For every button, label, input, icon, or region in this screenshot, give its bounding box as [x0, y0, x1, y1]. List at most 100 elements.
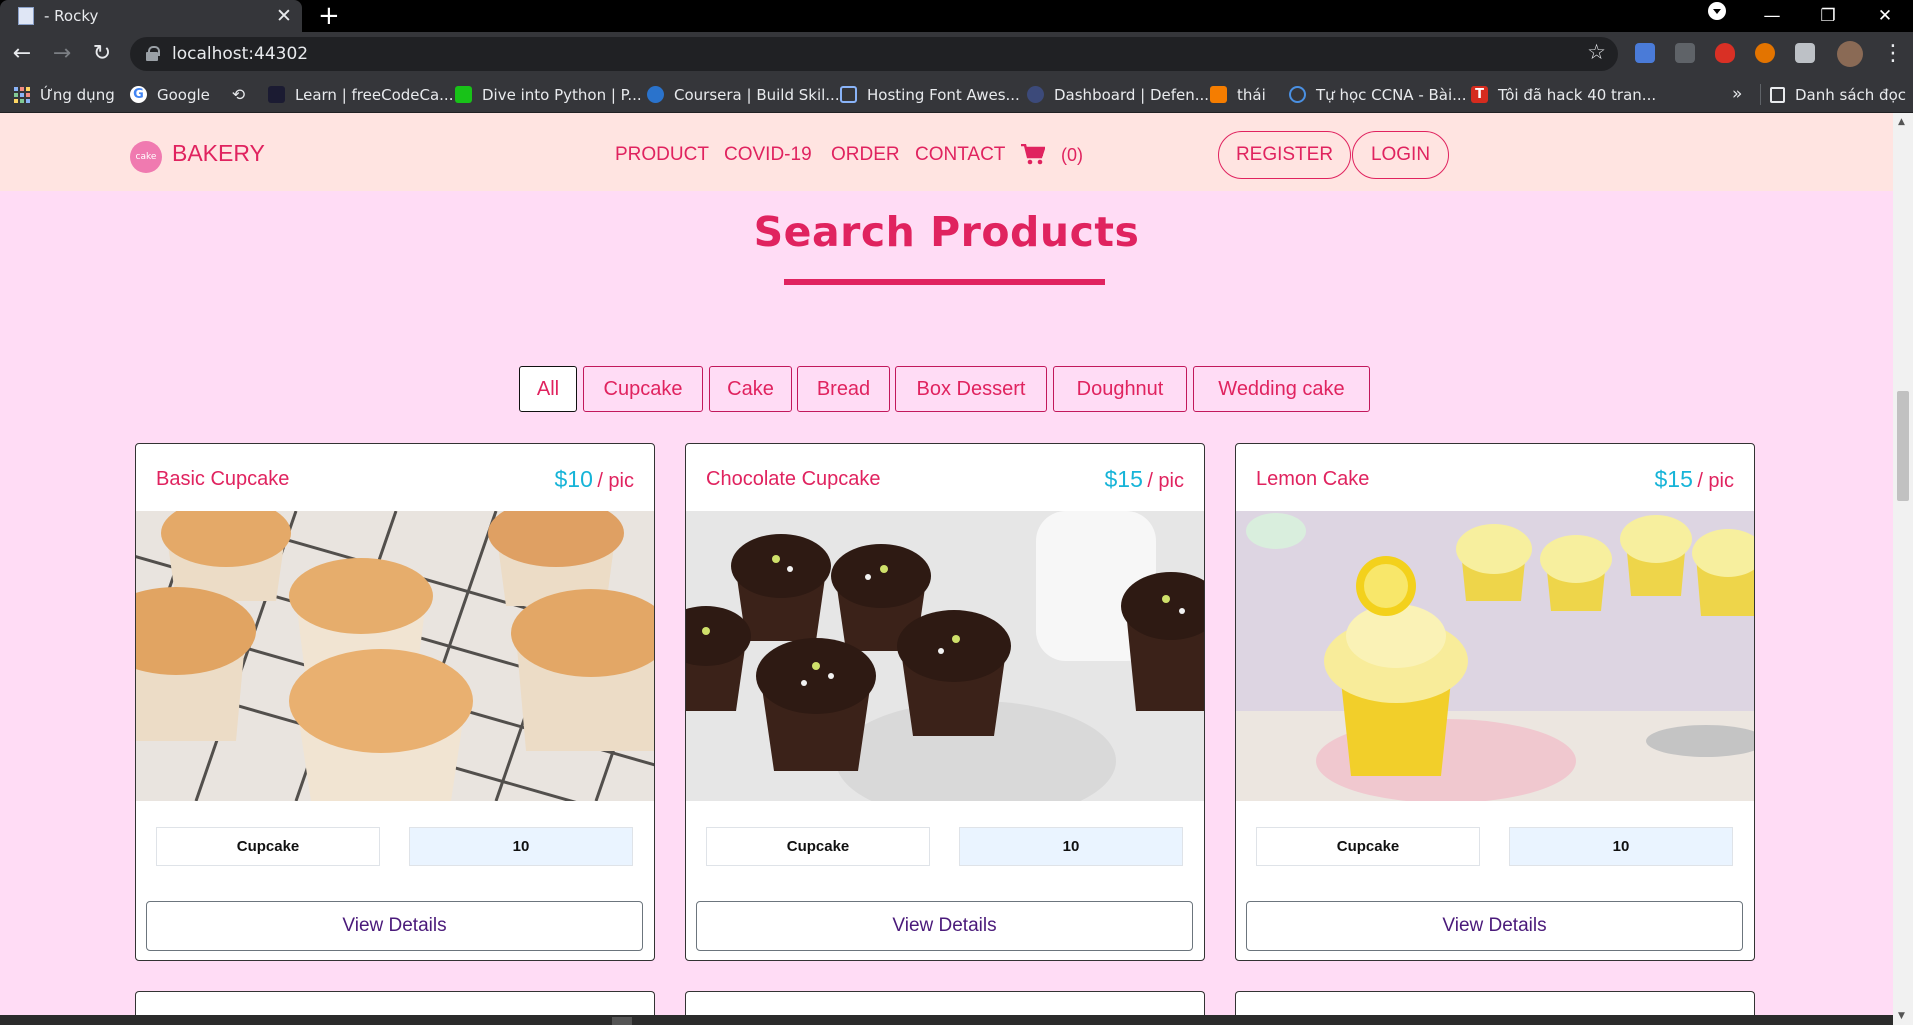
nav-product[interactable]: PRODUCT: [615, 144, 709, 166]
t-icon: T: [1471, 86, 1488, 103]
bookmark-label: Ứng dụng: [40, 85, 115, 104]
reading-list-icon: [1770, 86, 1785, 103]
bookmark-history[interactable]: ⟲: [230, 76, 257, 113]
bookmark-coursera[interactable]: Coursera | Build Skil...: [647, 76, 840, 113]
scrollbar-thumb[interactable]: [1897, 391, 1909, 501]
bookmarks-bar: Ứng dụng G Google ⟲ Learn | freeCodeCa..…: [0, 76, 1913, 113]
reload-icon[interactable]: ↻: [87, 32, 117, 76]
view-details-button[interactable]: View Details: [696, 901, 1193, 951]
blogger-icon: [1210, 86, 1227, 103]
page-favicon-icon: [18, 7, 34, 25]
brand-name[interactable]: BAKERY: [172, 140, 265, 167]
menu-dots-icon[interactable]: ⋮: [1878, 32, 1908, 76]
bookmark-freecodecamp[interactable]: Learn | freeCodeCa...: [268, 76, 453, 113]
nav-contact[interactable]: CONTACT: [915, 144, 1005, 166]
forward-arrow-icon[interactable]: →: [47, 32, 77, 76]
view-details-button[interactable]: View Details: [1246, 901, 1743, 951]
profile-dropdown-icon[interactable]: [1702, 0, 1732, 32]
apps-grid-icon: [14, 86, 30, 103]
price-value: $10: [554, 466, 593, 492]
bookmark-dashboard[interactable]: Dashboard | Defen...: [1027, 76, 1209, 113]
price-unit: / pic: [597, 470, 634, 492]
address-bar[interactable]: localhost:44302 ☆: [130, 37, 1618, 71]
bookmark-label: thái: [1237, 85, 1266, 104]
tab-close-icon[interactable]: ✕: [266, 5, 302, 27]
filter-bread[interactable]: Bread: [797, 366, 890, 412]
product-quantity: 10: [409, 827, 633, 866]
product-price: $10 / pic: [554, 466, 634, 493]
extensions-puzzle-icon[interactable]: [1795, 43, 1815, 63]
filter-cupcake[interactable]: Cupcake: [583, 366, 703, 412]
history-icon: ⟲: [231, 85, 246, 104]
filter-cake[interactable]: Cake: [709, 366, 792, 412]
filter-all[interactable]: All: [519, 366, 577, 412]
bookmark-label: Dive into Python | P...: [482, 85, 642, 104]
bookmark-fontawesome[interactable]: Hosting Font Awes...: [840, 76, 1020, 113]
bookmark-hack[interactable]: T Tôi đã hack 40 tran...: [1471, 76, 1656, 113]
close-window-button[interactable]: ✕: [1870, 0, 1900, 32]
scroll-down-icon[interactable]: ▼: [1898, 1011, 1905, 1021]
globe-icon: [1027, 86, 1044, 103]
bookmark-apps[interactable]: Ứng dụng: [14, 76, 115, 113]
profile-avatar[interactable]: [1837, 41, 1863, 67]
horizontal-scrollbar[interactable]: [0, 1015, 1893, 1025]
url-text[interactable]: localhost:44302: [172, 44, 308, 64]
price-unit: / pic: [1697, 470, 1734, 492]
filter-box-dessert[interactable]: Box Dessert: [895, 366, 1047, 412]
reading-list-button[interactable]: Danh sách đọc: [1770, 76, 1906, 113]
cart-count[interactable]: (0): [1061, 145, 1083, 166]
move-extension-icon[interactable]: [1675, 43, 1695, 63]
login-button[interactable]: LOGIN: [1352, 131, 1449, 179]
product-quantity: 10: [1509, 827, 1733, 866]
bookmark-star-icon[interactable]: ☆: [1587, 40, 1606, 64]
browser-toolbar: ← → ↻ localhost:44302 ☆ ⋮: [0, 32, 1913, 76]
bookmarks-overflow-icon[interactable]: »: [1732, 76, 1742, 113]
view-details-button[interactable]: View Details: [146, 901, 643, 951]
cookie-extension-icon[interactable]: [1755, 43, 1775, 63]
nav-order[interactable]: ORDER: [831, 144, 900, 166]
bookmark-label: Google: [157, 85, 210, 104]
product-image-lemon-cake: [1236, 511, 1754, 801]
nav-covid[interactable]: COVID-19: [724, 144, 812, 166]
shield-extension-icon[interactable]: [1715, 43, 1735, 63]
product-card: Chocolate Cupcake $15 / pic Cupcake 10 V…: [685, 443, 1205, 961]
diveintopython-icon: [455, 86, 472, 103]
register-button[interactable]: REGISTER: [1218, 131, 1351, 179]
bakery-logo[interactable]: cake: [130, 141, 162, 173]
logo-text: cake: [135, 152, 157, 162]
restore-button[interactable]: ❐: [1813, 0, 1843, 32]
product-category: Cupcake: [706, 827, 930, 866]
product-image-basic-cupcake: [136, 511, 654, 801]
filter-wedding-cake[interactable]: Wedding cake: [1193, 366, 1370, 412]
bookmarks-divider: [1760, 84, 1761, 105]
back-arrow-icon[interactable]: ←: [7, 32, 37, 76]
product-name: Basic Cupcake: [156, 468, 290, 490]
bookmark-blogger[interactable]: thái: [1210, 76, 1266, 113]
browser-tab[interactable]: - Rocky ✕: [0, 0, 302, 32]
horizontal-scrollbar-thumb[interactable]: [612, 1017, 632, 1025]
bookmark-label: Hosting Font Awes...: [867, 85, 1020, 104]
google-icon: G: [130, 86, 147, 103]
vertical-scrollbar[interactable]: ▲ ▼: [1893, 113, 1913, 1025]
product-card: Basic Cupcake $10 / pic Cupcake 10 View …: [135, 443, 655, 961]
bookmark-google[interactable]: G Google: [130, 76, 210, 113]
price-unit: / pic: [1147, 470, 1184, 492]
bookmark-label: Tôi đã hack 40 tran...: [1498, 85, 1657, 104]
minimize-button[interactable]: —: [1757, 0, 1787, 32]
browser-titlebar: - Rocky ✕ + — ❐ ✕: [0, 0, 1913, 32]
product-category: Cupcake: [1256, 827, 1480, 866]
bookmark-diveintopython[interactable]: Dive into Python | P...: [455, 76, 642, 113]
filter-doughnut[interactable]: Doughnut: [1053, 366, 1187, 412]
product-category: Cupcake: [156, 827, 380, 866]
bookmark-ccna[interactable]: Tự học CCNA - Bài...: [1289, 76, 1466, 113]
title-underline: [784, 279, 1105, 285]
product-name: Lemon Cake: [1256, 468, 1370, 490]
bookmark-label: Tự học CCNA - Bài...: [1316, 85, 1467, 104]
translate-extension-icon[interactable]: [1635, 43, 1655, 63]
reading-list-label: Danh sách đọc: [1795, 85, 1906, 104]
cart-icon[interactable]: [1021, 143, 1046, 165]
new-tab-button[interactable]: +: [318, 0, 340, 32]
freecodecamp-icon: [268, 86, 285, 103]
scroll-up-icon[interactable]: ▲: [1898, 117, 1905, 127]
product-name: Chocolate Cupcake: [706, 468, 881, 490]
